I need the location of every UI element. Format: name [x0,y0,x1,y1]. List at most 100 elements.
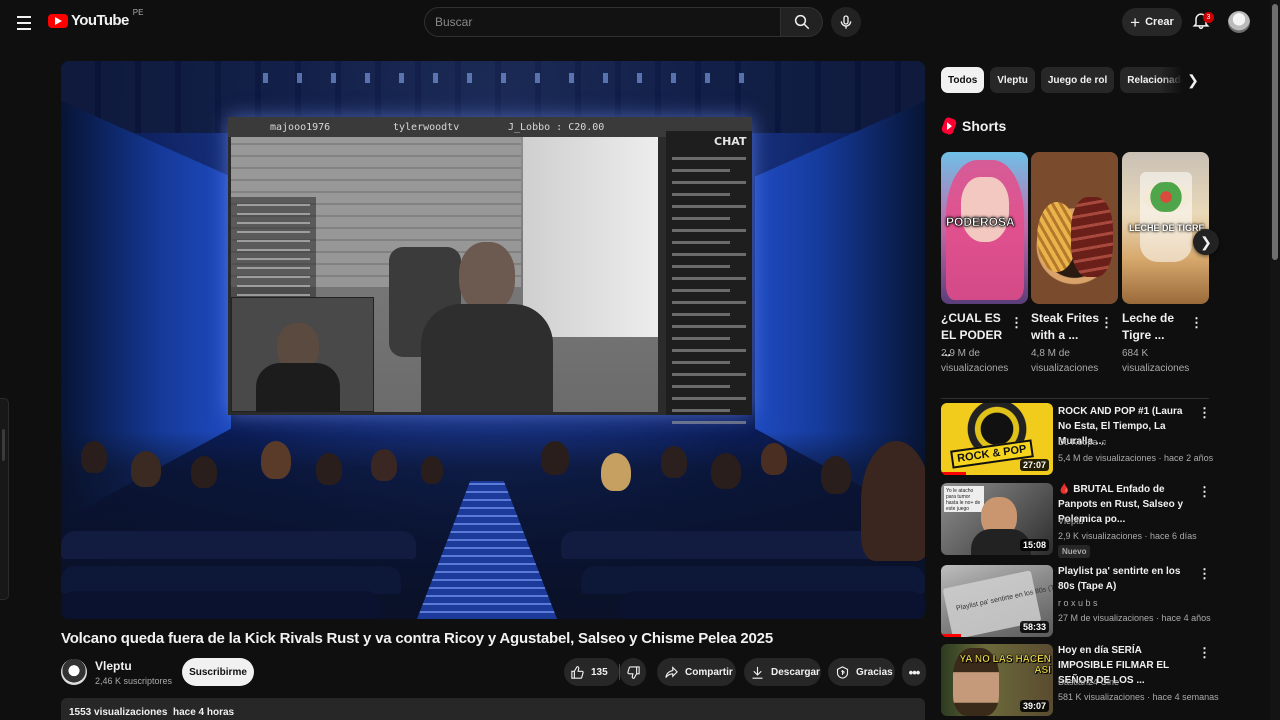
related-thumbnail-1[interactable]: ROCK & POP 27:07 [941,403,1053,475]
short-title-2[interactable]: Steak Frites with a ... [1031,310,1101,344]
description-box[interactable]: 1553 visualizaciones hace 4 horas [61,698,925,720]
related-title-3[interactable]: Playlist pa' sentirte en los 80s (Tape A… [1058,564,1196,594]
more-vertical-icon[interactable]: ⋮ [1100,315,1113,331]
related-meta-4: 581 K visualizaciones · hace 4 semanas [1058,692,1219,702]
video-duration: 39:07 [1019,700,1049,712]
side-panel-handle[interactable] [0,398,9,600]
related-channel-4[interactable]: Bastian24 Cine [1058,677,1119,687]
thumbs-up-icon [571,665,584,679]
video-duration: 58:33 [1019,621,1049,633]
video-player[interactable]: majooo1976 tylerwoodtv J_Lobbo : C20.00 … [61,61,925,619]
short-thumbnail-2[interactable] [1031,152,1118,304]
like-button[interactable]: 135 [564,658,619,686]
short-views-1: 2,9 M de visualizaciones [941,348,1009,374]
chevron-right-icon: ❯ [1200,233,1212,250]
video-duration: 15:08 [1019,539,1049,551]
shorts-icon [940,116,958,136]
audience-head [81,441,107,473]
upload-time: hace 4 horas [172,707,235,718]
related-channel-1[interactable]: DJ Koopa ♫ [1058,437,1107,447]
stream-user-1: majooo1976 [270,121,331,133]
audience-head [541,441,569,475]
country-code: PE [132,8,144,17]
audience-head [661,446,687,478]
top-bar: YouTube PE + Crear 3 [0,0,1280,46]
shorts-title: Shorts [962,118,1007,134]
channel-name[interactable]: Vleptu [95,659,132,673]
shorts-heading: Shorts [940,116,1007,136]
share-button[interactable]: Compartir [657,658,736,686]
thanks-button[interactable]: Gracias [828,658,895,686]
audience-head [601,453,631,491]
related-thumbnail-3[interactable]: Playlist pa' sentirte en los 80s (Tape A… [941,565,1053,637]
stream-frame [231,137,658,412]
chip-vleptu[interactable]: Vleptu [990,67,1035,93]
ceiling-lights [241,73,745,83]
more-actions-button[interactable]: ••• [902,658,926,686]
audience-head [861,441,925,561]
related-meta-1: 5,4 M de visualizaciones · hace 2 años [1058,453,1214,463]
chip-role-play[interactable]: Juego de rol [1040,67,1115,93]
more-vertical-icon[interactable]: ⋮ [1198,484,1211,500]
search-button[interactable] [781,7,823,37]
share-label: Compartir [685,666,733,678]
related-meta-3: 27 M de visualizaciones · hace 4 años [1058,613,1211,623]
related-meta-2: 2,9 K visualizaciones · hace 6 días [1058,531,1197,541]
related-channel-2[interactable]: Vleptu [1058,516,1084,526]
short-views-2: 4,8 M de visualizaciones [1031,348,1099,374]
audience-head [191,456,217,488]
more-vertical-icon[interactable]: ⋮ [1190,315,1203,331]
streamer [411,242,561,412]
download-label: Descargar [771,666,820,678]
related-thumbnail-4[interactable]: YA NO LAS HACEN ASÍ 39:07 [941,644,1053,716]
channel-avatar[interactable] [61,659,87,685]
stream-user-3: J_Lobbo : C20.00 [508,121,605,133]
thumb-text: Yo le atacho para tumor hasta le no+ de … [944,486,984,512]
like-count: 135 [591,666,608,678]
super-thanks-icon [836,665,849,679]
search-input[interactable] [435,15,780,29]
cinema-screen: majooo1976 tylerwoodtv J_Lobbo : C20.00 … [228,117,752,424]
logo-text: YouTube [71,12,129,29]
audience-head [761,443,787,475]
plus-icon: + [1130,12,1141,32]
audience-head [371,449,397,481]
related-channel-3[interactable]: r o x u b s [1058,598,1098,608]
search-box [424,7,781,37]
more-vertical-icon[interactable]: ⋮ [1198,645,1211,661]
seat-row [61,531,416,559]
short-thumb-text-3: LECHE DE TIGRE [1129,223,1205,233]
voice-search-button[interactable] [831,7,861,37]
chip-all[interactable]: Todos [941,67,985,93]
menu-icon[interactable] [12,11,36,35]
more-vertical-icon[interactable]: ⋮ [1010,315,1023,331]
dislike-button[interactable] [620,658,646,686]
short-title-3[interactable]: Leche de Tigre ... [1122,310,1192,344]
create-button[interactable]: + Crear [1122,8,1182,36]
watch-progress [941,472,966,475]
create-label: Crear [1145,16,1174,28]
thumb-text: YA NO LAS HACEN ASÍ [959,654,1051,676]
notification-count-badge: 3 [1203,12,1214,23]
audience-head [131,451,161,487]
short-views-3: 684 K visualizaciones [1122,348,1190,374]
chips-next-button[interactable]: ❯ [1183,70,1203,90]
seat-row [61,566,401,594]
section-divider [941,398,1209,399]
subscribe-button[interactable]: Suscribirme [182,658,254,686]
youtube-logo[interactable]: YouTube PE [48,8,143,29]
microphone-icon [840,15,852,29]
audience-head [316,453,342,485]
scrollbar-thumb[interactable] [1272,4,1278,260]
more-vertical-icon[interactable]: ⋮ [1198,566,1211,582]
share-icon [665,665,678,678]
related-thumbnail-2[interactable]: Yo le atacho para tumor hasta le no+ de … [941,483,1053,555]
audience-head [821,456,851,494]
account-avatar[interactable] [1228,11,1250,33]
watch-progress [941,634,962,637]
more-vertical-icon[interactable]: ⋮ [1198,405,1211,421]
shorts-next-button[interactable]: ❯ [1193,229,1219,255]
chat-title: CHAT [714,135,747,148]
youtube-play-icon [48,13,68,28]
download-button[interactable]: Descargar [744,658,821,686]
